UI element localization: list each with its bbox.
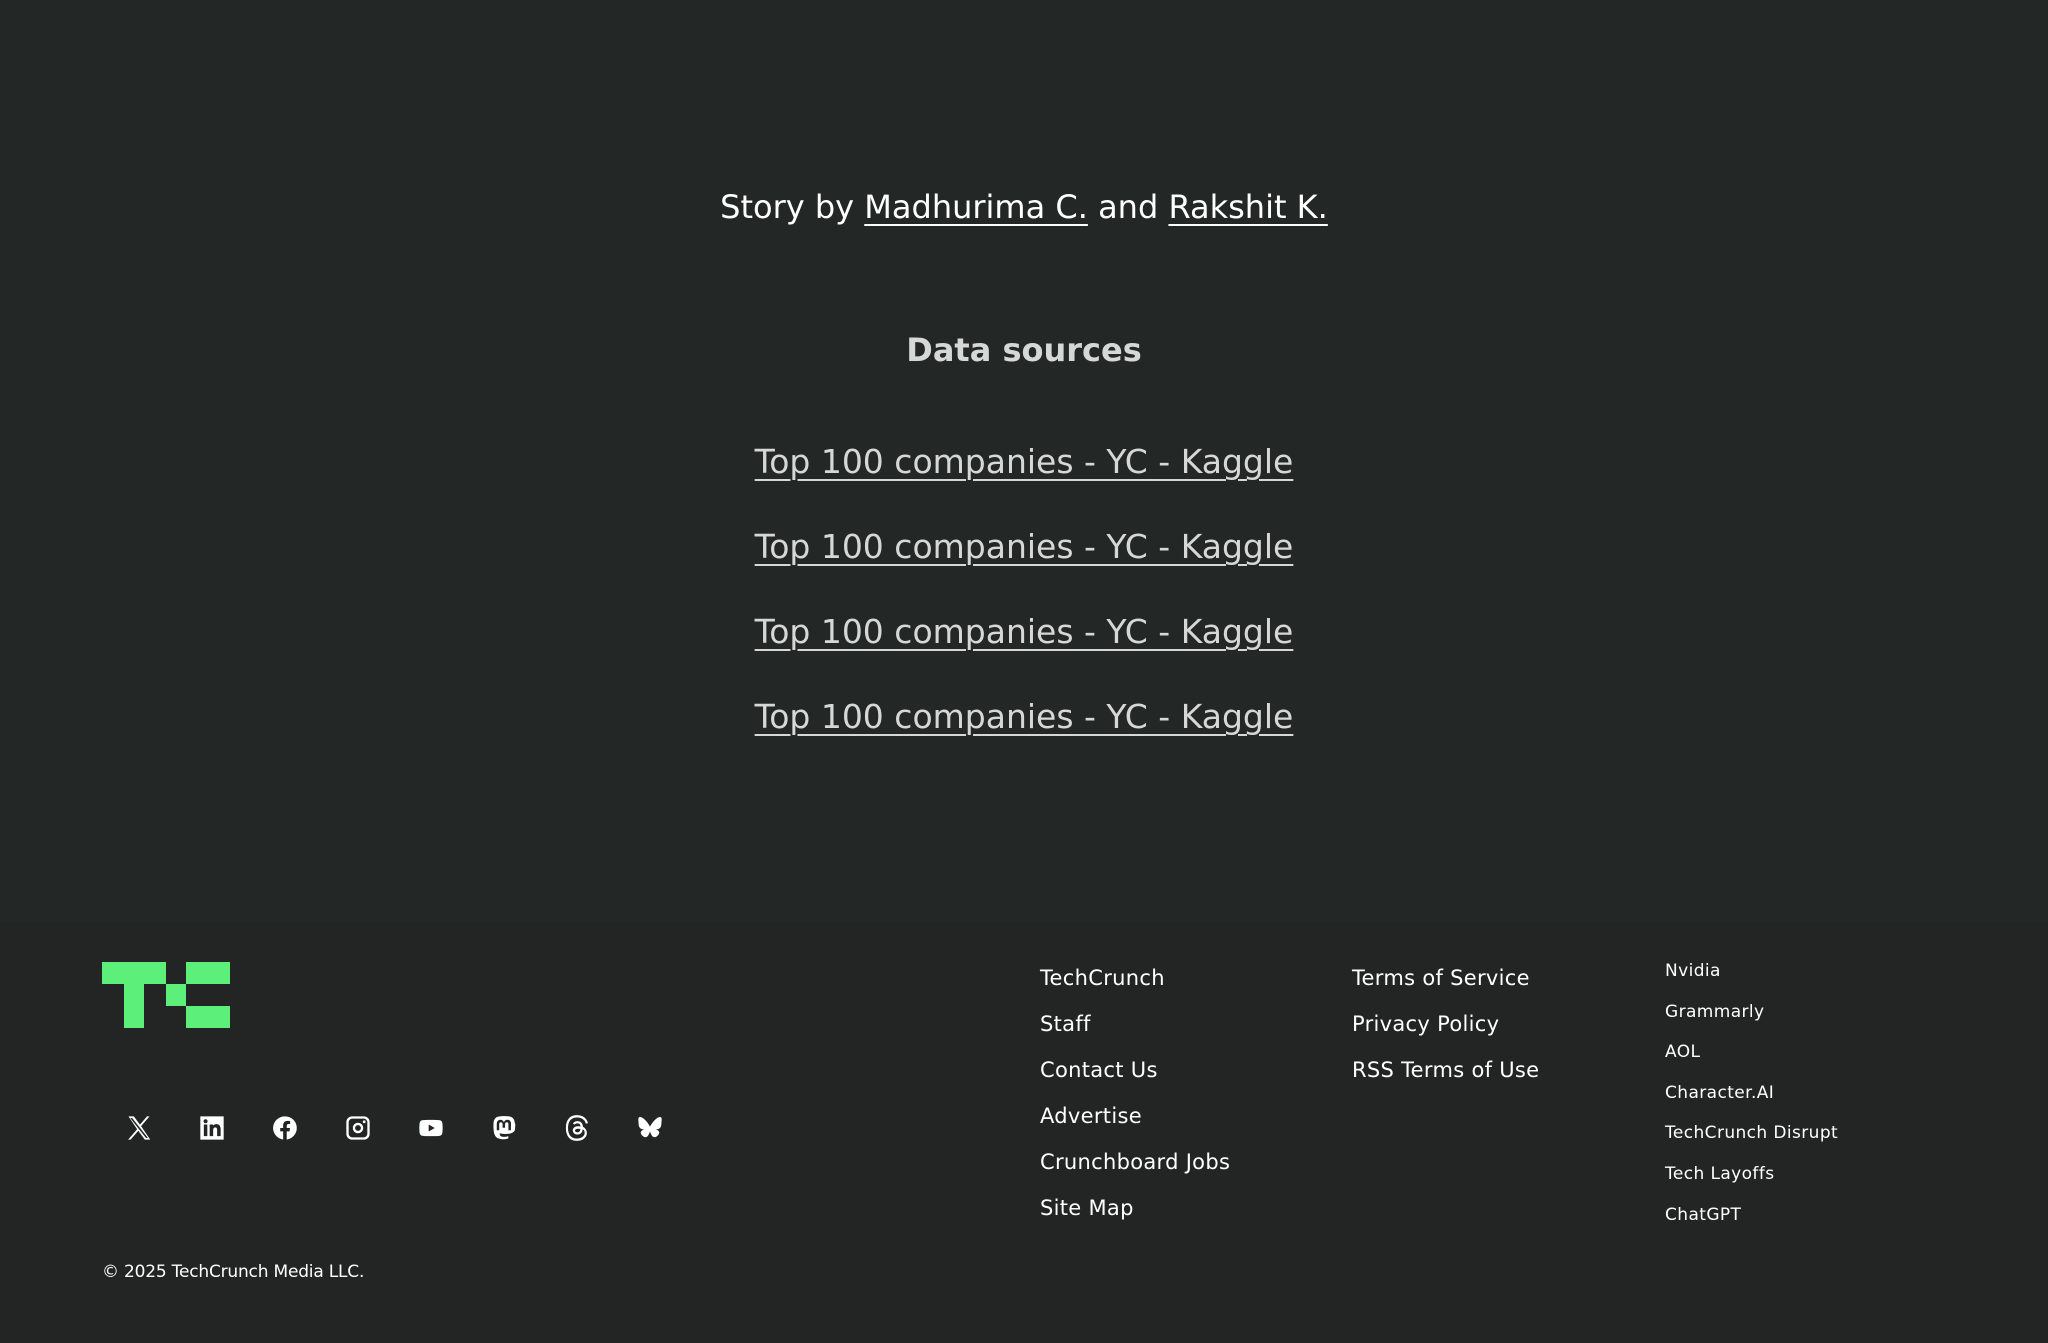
footer-link-staff[interactable]: Staff bbox=[1040, 1012, 1091, 1036]
list-item: TechCrunch bbox=[1040, 962, 1230, 1008]
list-item: Character.AI bbox=[1665, 1080, 1838, 1121]
instagram-icon[interactable] bbox=[321, 1104, 394, 1152]
list-item: Site Map bbox=[1040, 1192, 1230, 1238]
list-item: Crunchboard Jobs bbox=[1040, 1146, 1230, 1192]
credits-conjunction: and bbox=[1098, 188, 1159, 226]
footer-link-tech-layoffs[interactable]: Tech Layoffs bbox=[1665, 1164, 1774, 1184]
techcrunch-logo[interactable] bbox=[102, 962, 230, 1028]
facebook-icon[interactable] bbox=[248, 1104, 321, 1152]
footer-link-techcrunch[interactable]: TechCrunch bbox=[1040, 966, 1165, 990]
footer-link-crunchboard[interactable]: Crunchboard Jobs bbox=[1040, 1150, 1230, 1174]
footer-link-disrupt[interactable]: TechCrunch Disrupt bbox=[1665, 1123, 1838, 1143]
linkedin-icon[interactable] bbox=[175, 1104, 248, 1152]
footer-link-sitemap[interactable]: Site Map bbox=[1040, 1196, 1134, 1220]
author-link-rakshit[interactable]: Rakshit K. bbox=[1168, 188, 1327, 226]
footer-link-nvidia[interactable]: Nvidia bbox=[1665, 961, 1721, 981]
footer-link-contact[interactable]: Contact Us bbox=[1040, 1058, 1158, 1082]
threads-icon[interactable] bbox=[540, 1104, 613, 1152]
footer-links-company: TechCrunch Staff Contact Us Advertise Cr… bbox=[1040, 962, 1230, 1238]
footer-link-character-ai[interactable]: Character.AI bbox=[1665, 1083, 1774, 1103]
list-item: AOL bbox=[1665, 1039, 1838, 1080]
list-item: Top 100 companies - YC - Kaggle bbox=[0, 691, 2048, 776]
x-icon[interactable] bbox=[102, 1104, 175, 1152]
data-sources-list: Top 100 companies - YC - Kaggle Top 100 … bbox=[0, 436, 2048, 776]
data-source-link[interactable]: Top 100 companies - YC - Kaggle bbox=[755, 697, 1294, 736]
list-item: Top 100 companies - YC - Kaggle bbox=[0, 521, 2048, 606]
footer-link-aol[interactable]: AOL bbox=[1665, 1042, 1700, 1062]
list-item: Top 100 companies - YC - Kaggle bbox=[0, 606, 2048, 691]
footer-link-terms[interactable]: Terms of Service bbox=[1352, 966, 1530, 990]
footer-link-privacy[interactable]: Privacy Policy bbox=[1352, 1012, 1499, 1036]
copyright-text: © 2025 TechCrunch Media LLC. bbox=[102, 1262, 365, 1282]
author-link-madhurima[interactable]: Madhurima C. bbox=[864, 188, 1088, 226]
site-footer: © 2025 TechCrunch Media LLC. TechCrunch … bbox=[0, 922, 2048, 1343]
list-item: Top 100 companies - YC - Kaggle bbox=[0, 436, 2048, 521]
data-sources-heading: Data sources bbox=[906, 331, 1142, 369]
list-item: TechCrunch Disrupt bbox=[1665, 1120, 1838, 1161]
footer-link-chatgpt[interactable]: ChatGPT bbox=[1665, 1205, 1741, 1225]
page: Story by Madhurima C. and Rakshit K. Dat… bbox=[0, 0, 2048, 1343]
list-item: Advertise bbox=[1040, 1100, 1230, 1146]
list-item: RSS Terms of Use bbox=[1352, 1054, 1539, 1100]
footer-links-topics: Nvidia Grammarly AOL Character.AI TechCr… bbox=[1665, 958, 1838, 1242]
footer-link-grammarly[interactable]: Grammarly bbox=[1665, 1002, 1765, 1022]
tc-logo-icon bbox=[102, 962, 230, 1028]
list-item: Contact Us bbox=[1040, 1054, 1230, 1100]
list-item: Nvidia bbox=[1665, 958, 1838, 999]
list-item: ChatGPT bbox=[1665, 1202, 1838, 1243]
footer-link-advertise[interactable]: Advertise bbox=[1040, 1104, 1142, 1128]
list-item: Terms of Service bbox=[1352, 962, 1539, 1008]
mastodon-icon[interactable] bbox=[467, 1104, 540, 1152]
story-credits: Story by Madhurima C. and Rakshit K. bbox=[0, 183, 2048, 231]
social-links bbox=[102, 1104, 686, 1152]
youtube-icon[interactable] bbox=[394, 1104, 467, 1152]
list-item: Privacy Policy bbox=[1352, 1008, 1539, 1054]
footer-links-legal: Terms of Service Privacy Policy RSS Term… bbox=[1352, 962, 1539, 1100]
footer-link-rss-terms[interactable]: RSS Terms of Use bbox=[1352, 1058, 1539, 1082]
credits-prefix: Story by bbox=[720, 188, 855, 226]
data-source-link[interactable]: Top 100 companies - YC - Kaggle bbox=[755, 527, 1294, 566]
list-item: Staff bbox=[1040, 1008, 1230, 1054]
data-source-link[interactable]: Top 100 companies - YC - Kaggle bbox=[755, 612, 1294, 651]
data-source-link[interactable]: Top 100 companies - YC - Kaggle bbox=[755, 442, 1294, 481]
list-item: Grammarly bbox=[1665, 999, 1838, 1040]
bluesky-icon[interactable] bbox=[613, 1104, 686, 1152]
list-item: Tech Layoffs bbox=[1665, 1161, 1838, 1202]
